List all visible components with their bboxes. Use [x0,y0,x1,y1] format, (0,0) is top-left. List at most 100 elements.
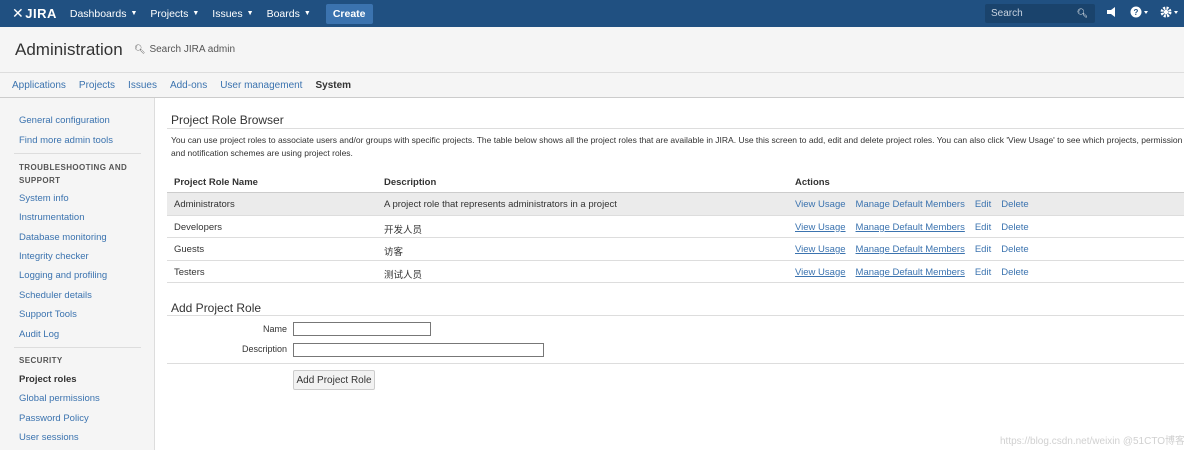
watermark: https://blog.csdn.net/weixin @51CTO博客 [1000,436,1184,447]
create-button[interactable]: Create [325,3,373,24]
role-name: Developers [174,221,223,233]
sidebar-item-database-monitoring[interactable]: Database monitoring [19,232,107,243]
sidebar-heading-troubleshooting: TROUBLESHOOTING AND SUPPORT [19,163,128,185]
sidebar-item-user-sessions[interactable]: User sessions [19,432,79,443]
project-roles-table: Project Role Name Description Actions Ad… [167,171,1184,283]
role-description: A project role that represents administr… [384,199,617,210]
search-icon: 🔍︎ [134,44,146,54]
global-search-input[interactable] [985,8,1075,19]
chevron-down-icon: ▼ [192,10,200,17]
global-search[interactable]: 🔍︎ [985,4,1095,23]
notification-icon[interactable] [1106,6,1118,21]
sidebar-heading-security: SECURITY [19,356,63,365]
role-name: Testers [174,266,205,278]
nav-boards[interactable]: Boards ▼ [267,8,311,20]
settings-icon[interactable] [1160,6,1180,21]
delete-link[interactable]: Delete [1001,244,1028,255]
admin-search-placeholder: Search JIRA admin [149,44,236,55]
view-usage-link[interactable]: View Usage [795,244,846,255]
sidebar-item-support-tools[interactable]: Support Tools [19,309,77,320]
svg-text:?: ? [1134,8,1139,17]
chevron-down-icon: ▼ [303,10,311,17]
manage-default-members-link[interactable]: Manage Default Members [856,267,965,278]
help-icon[interactable]: ? [1130,6,1150,21]
sidebar-divider [14,347,141,348]
tab-applications[interactable]: Applications [12,80,66,91]
sidebar: General configuration Find more admin to… [0,98,155,450]
chevron-down-icon: ▼ [246,10,254,17]
tab-projects[interactable]: Projects [79,80,115,91]
description-label: Description [241,344,287,354]
view-usage-link[interactable]: View Usage [795,267,846,278]
admin-header: Administration 🔍︎ Search JIRA admin [0,27,1184,73]
description-line-2: and notification schemes are using proje… [171,147,353,158]
role-description: 开发人员 [384,224,423,236]
sidebar-item-scheduler-details[interactable]: Scheduler details [19,290,92,301]
role-name: Administrators [174,199,235,210]
sidebar-item-logging-and-profiling[interactable]: Logging and profiling [19,270,107,281]
jira-logo-icon: ✕ [12,5,25,21]
top-navbar: ✕ JIRA Dashboards ▼ Projects ▼ Issues ▼ … [0,0,1184,27]
view-usage-link[interactable]: View Usage [795,222,846,233]
divider [167,315,1184,316]
table-row: Administrators A project role that repre… [167,193,1184,216]
sidebar-item-find-more-admin-tools[interactable]: Find more admin tools [19,135,113,146]
section-title: Project Role Browser [171,113,284,127]
column-header-actions: Actions [795,177,830,188]
sidebar-item-system-info[interactable]: System info [19,193,69,204]
name-field[interactable] [293,322,431,336]
sidebar-item-integrity-checker[interactable]: Integrity checker [19,251,89,262]
admin-tabs: Applications Projects Issues Add-ons Use… [0,73,1184,98]
edit-link[interactable]: Edit [975,199,991,210]
sidebar-divider [14,153,141,154]
view-usage-link[interactable]: View Usage [795,199,846,210]
manage-default-members-link[interactable]: Manage Default Members [856,222,965,233]
sidebar-item-general-configuration[interactable]: General configuration [19,115,110,126]
table-row: Testers 测试人员 View Usage Manage Default Me… [167,261,1184,283]
delete-link[interactable]: Delete [1001,199,1028,210]
nav-dashboards-label: Dashboards [69,7,127,20]
column-header-name: Project Role Name [174,177,258,188]
role-description: 访客 [384,247,404,258]
tab-add-ons[interactable]: Add-ons [170,80,207,91]
edit-link[interactable]: Edit [975,244,991,255]
add-project-role-button[interactable]: Add Project Role [293,370,375,390]
sidebar-item-password-policy[interactable]: Password Policy [19,413,89,424]
nav-boards-label: Boards [266,7,300,20]
tab-system[interactable]: System [315,80,351,91]
delete-link[interactable]: Delete [1001,267,1028,278]
description-field[interactable] [293,343,544,357]
divider [167,363,1184,364]
add-role-title: Add Project Role [171,301,262,315]
table-row: Guests 访客 View Usage Manage Default Membe… [167,238,1184,261]
edit-link[interactable]: Edit [975,267,991,278]
sidebar-item-project-roles[interactable]: Project roles [19,374,77,385]
delete-link[interactable]: Delete [1001,222,1028,233]
role-actions: View Usage Manage Default Members Edit Dele… [795,244,1039,255]
page-title: Administration [15,40,123,59]
manage-default-members-link[interactable]: Manage Default Members [856,244,965,255]
sidebar-item-global-permissions[interactable]: Global permissions [19,393,100,404]
tab-issues[interactable]: Issues [128,80,157,91]
role-description: 测试人员 [384,269,423,281]
nav-issues-label: Issues [212,7,243,20]
nav-projects-label: Projects [150,7,189,20]
role-actions: View Usage Manage Default Members Edit Dele… [795,267,1039,278]
role-actions: View Usage Manage Default Members Edit Dele… [795,199,1039,210]
admin-search[interactable]: 🔍︎ Search JIRA admin [134,44,235,55]
nav-projects[interactable]: Projects ▼ [150,8,199,20]
role-actions: View Usage Manage Default Members Edit Dele… [795,222,1039,233]
manage-default-members-link[interactable]: Manage Default Members [856,199,965,210]
role-name: Guests [174,244,205,255]
nav-dashboards[interactable]: Dashboards ▼ [70,8,138,20]
sidebar-item-audit-log[interactable]: Audit Log [19,329,59,340]
edit-link[interactable]: Edit [975,222,991,233]
jira-logo[interactable]: ✕ JIRA [12,5,57,22]
jira-logo-text: JIRA [25,6,57,21]
name-label: Name [262,324,287,334]
chevron-down-icon: ▼ [130,10,138,17]
sidebar-item-instrumentation[interactable]: Instrumentation [19,212,84,223]
tab-user-management[interactable]: User management [220,80,302,91]
section-description: You can use project roles to associate u… [171,134,1184,159]
nav-issues[interactable]: Issues ▼ [212,8,253,20]
